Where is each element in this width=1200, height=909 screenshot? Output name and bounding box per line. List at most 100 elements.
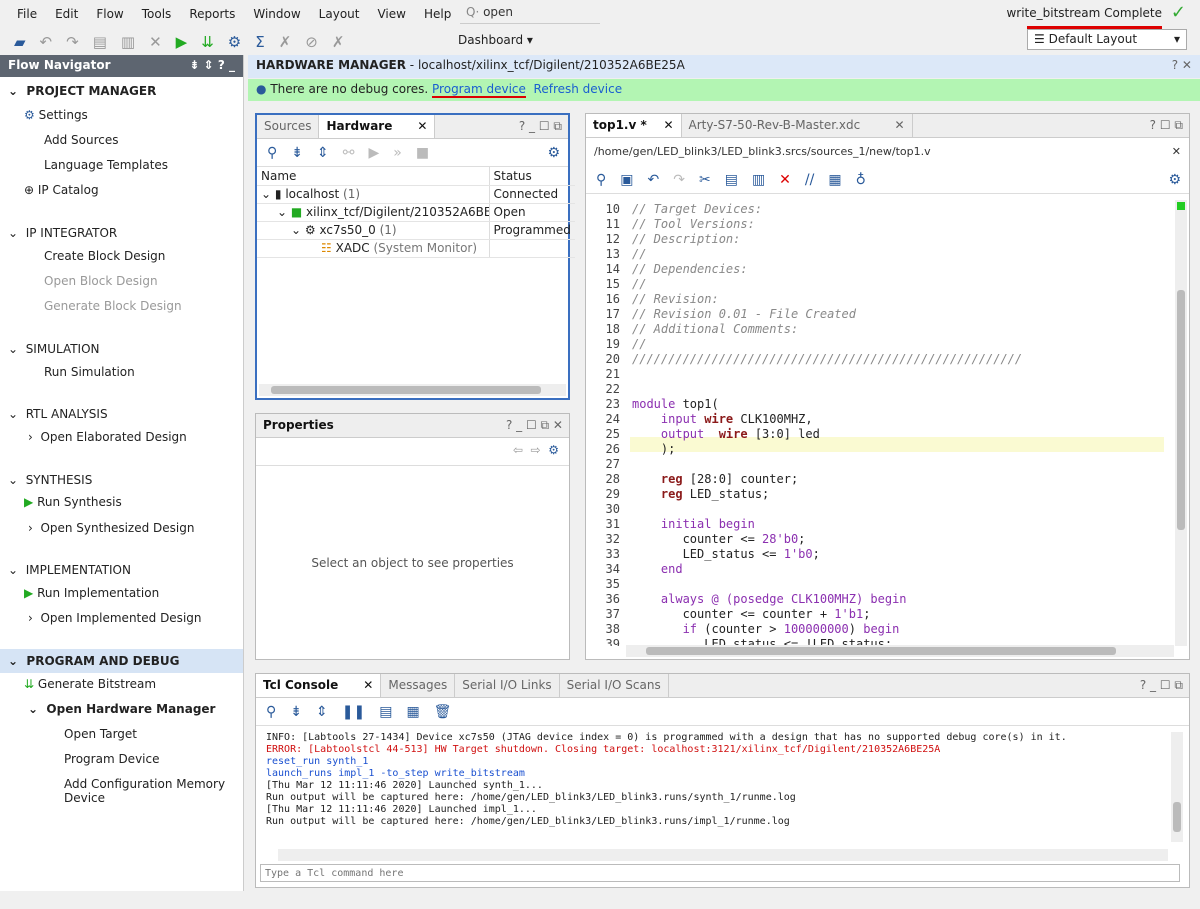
tab-hardware[interactable]: Hardware ✕ [319, 115, 436, 138]
collapse-all-icon[interactable]: ⇟ [290, 704, 302, 720]
vertical-scrollbar[interactable] [1175, 200, 1187, 646]
nav-settings[interactable]: ⚙ Settings [24, 108, 88, 122]
nav-open-block-design[interactable]: Open Block Design [44, 274, 158, 288]
menu-view[interactable]: View [377, 7, 405, 21]
gear-icon[interactable]: ⚙ [547, 145, 560, 161]
pause-icon[interactable]: ❚❚ [342, 704, 365, 720]
back-icon[interactable]: ⇦ [513, 443, 523, 457]
table-icon[interactable]: ▦ [406, 704, 419, 720]
search-icon[interactable]: ⚲ [266, 704, 276, 720]
nav-run-simulation[interactable]: Run Simulation [44, 365, 135, 379]
menu-window[interactable]: Window [253, 7, 300, 21]
dashboard-dropdown[interactable]: Dashboard ▾ [458, 33, 533, 47]
panel-controls[interactable]: ? _ ☐ ⧉ [1134, 674, 1189, 697]
search-icon[interactable]: ⚲ [596, 172, 606, 188]
layout-select[interactable]: ☰ Default Layout ▾ [1027, 29, 1187, 50]
panel-controls[interactable]: ? _ ☐ ⧉ ✕ [500, 414, 569, 437]
section-implementation[interactable]: ⌄ IMPLEMENTATION [8, 563, 131, 577]
bitstream-icon[interactable]: ⇊ [201, 33, 214, 51]
cut-icon[interactable]: ✂ [699, 172, 711, 188]
tab-serial-links[interactable]: Serial I/O Links [455, 674, 560, 697]
menu-layout[interactable]: Layout [319, 7, 360, 21]
nav-run-implementation[interactable]: ▶ Run Implementation [24, 586, 159, 600]
tool-icon-2[interactable]: ⊘ [305, 33, 318, 51]
tab-sources[interactable]: Sources [257, 115, 320, 138]
nav-open-elaborated[interactable]: › Open Elaborated Design [28, 430, 187, 444]
redo-icon[interactable]: ↷ [66, 33, 79, 51]
nav-add-config-memory[interactable]: Add Configuration Memory Device [64, 777, 243, 805]
run-icon[interactable]: ▶ [176, 33, 188, 51]
tab-messages[interactable]: Messages [381, 674, 456, 697]
gear-icon[interactable]: ⚙ [1168, 172, 1181, 188]
nav-open-synthesized[interactable]: › Open Synthesized Design [28, 521, 194, 535]
nav-controls[interactable]: ⇟ ⇕ ? _ [189, 58, 235, 74]
delete-icon[interactable]: ✕ [779, 172, 791, 188]
section-rtl-analysis[interactable]: ⌄ RTL ANALYSIS [8, 407, 108, 421]
nav-add-sources[interactable]: Add Sources [44, 133, 119, 147]
tool-icon-3[interactable]: ✗ [332, 33, 345, 51]
tool-icon-1[interactable]: ✗ [279, 33, 292, 51]
menu-reports[interactable]: Reports [189, 7, 235, 21]
section-program-and-debug[interactable]: ⌄ PROGRAM AND DEBUG [8, 654, 180, 668]
menu-help[interactable]: Help [424, 7, 451, 21]
open-folder-icon[interactable]: ▰ [14, 33, 26, 51]
horizontal-scrollbar[interactable] [626, 645, 1174, 657]
close-icon[interactable]: ✕ [1172, 145, 1181, 158]
hm-controls[interactable]: ? ✕ [1172, 58, 1192, 72]
menu-edit[interactable]: Edit [55, 7, 78, 21]
quick-search-input[interactable]: Q· open [460, 4, 600, 24]
clear-icon[interactable]: 🗑 [434, 704, 452, 720]
nav-program-device[interactable]: Program Device [64, 752, 159, 766]
code-area[interactable]: 10 // Target Devices: 11 // Tool Versions: 1… [586, 200, 1164, 646]
section-ip-integrator[interactable]: ⌄ IP INTEGRATOR [8, 226, 117, 240]
nav-language-templates[interactable]: Language Templates [44, 158, 168, 172]
nav-generate-bitstream[interactable]: ⇊ Generate Bitstream [24, 677, 156, 691]
copy-icon[interactable]: ▤ [93, 33, 107, 51]
nav-open-target[interactable]: Open Target [64, 727, 137, 741]
panel-controls[interactable]: ? _ ☐ ⧉ [513, 115, 568, 138]
collapse-all-icon[interactable]: ⇟ [291, 145, 303, 161]
nav-open-implemented[interactable]: › Open Implemented Design [28, 611, 202, 625]
section-simulation[interactable]: ⌄ SIMULATION [8, 342, 100, 356]
paste-icon[interactable]: ▥ [121, 33, 135, 51]
nav-create-block-design[interactable]: Create Block Design [44, 249, 165, 263]
tree-row[interactable]: ⌄ ■ xilinx_tcf/Digilent/210352A6BE Open [257, 203, 575, 222]
delete-icon[interactable]: ✕ [149, 33, 162, 51]
tab-tcl-console[interactable]: Tcl Console ✕ [256, 674, 382, 697]
gear-icon[interactable]: ⚙ [548, 443, 559, 457]
undo-icon[interactable]: ↶ [648, 172, 660, 188]
menu-flow[interactable]: Flow [96, 7, 123, 21]
horizontal-scrollbar[interactable] [278, 849, 1168, 861]
expand-all-icon[interactable]: ⇕ [317, 145, 329, 161]
search-icon[interactable]: ⚲ [267, 145, 277, 161]
nav-ip-catalog[interactable]: ⊕ IP Catalog [24, 183, 99, 197]
tab-xdc[interactable]: Arty-S7-50-Rev-B-Master.xdc ✕ [682, 114, 913, 137]
copy-icon[interactable]: ▤ [379, 704, 392, 720]
tree-row[interactable]: ⌄ ▮ localhost (1) Connected [257, 185, 575, 204]
nav-open-hardware-manager[interactable]: ⌄ Open Hardware Manager [28, 702, 215, 716]
horizontal-scrollbar[interactable] [259, 384, 566, 396]
section-synthesis[interactable]: ⌄ SYNTHESIS [8, 473, 92, 487]
save-icon[interactable]: ▣ [620, 172, 633, 188]
comment-icon[interactable]: // [805, 172, 814, 188]
expand-all-icon[interactable]: ⇕ [316, 704, 328, 720]
copy-icon[interactable]: ▤ [725, 172, 738, 188]
menu-file[interactable]: File [17, 7, 37, 21]
block-icon[interactable]: ▦ [828, 172, 841, 188]
panel-controls[interactable]: ? ☐ ⧉ [1144, 114, 1189, 137]
undo-icon[interactable]: ↶ [40, 33, 53, 51]
tcl-command-input[interactable] [260, 864, 1180, 882]
paste-icon[interactable]: ▥ [752, 172, 765, 188]
section-project-manager[interactable]: ⌄ PROJECT MANAGER [8, 84, 156, 98]
program-device-link[interactable]: Program device [432, 82, 526, 98]
sigma-icon[interactable]: Σ [255, 33, 264, 51]
bulb-icon[interactable]: ♁ [856, 172, 866, 188]
tree-row[interactable]: ☷ XADC (System Monitor) [257, 239, 575, 258]
forward-icon[interactable]: ⇨ [531, 443, 541, 457]
nav-generate-block-design[interactable]: Generate Block Design [44, 299, 182, 313]
tab-top1[interactable]: top1.v * ✕ [586, 114, 682, 137]
tree-row[interactable]: ⌄ ⚙ xc7s50_0 (1) Programmed [257, 221, 575, 240]
menu-tools[interactable]: Tools [142, 7, 172, 21]
settings-gear-icon[interactable]: ⚙ [228, 33, 241, 51]
vertical-scrollbar[interactable] [1171, 732, 1183, 842]
